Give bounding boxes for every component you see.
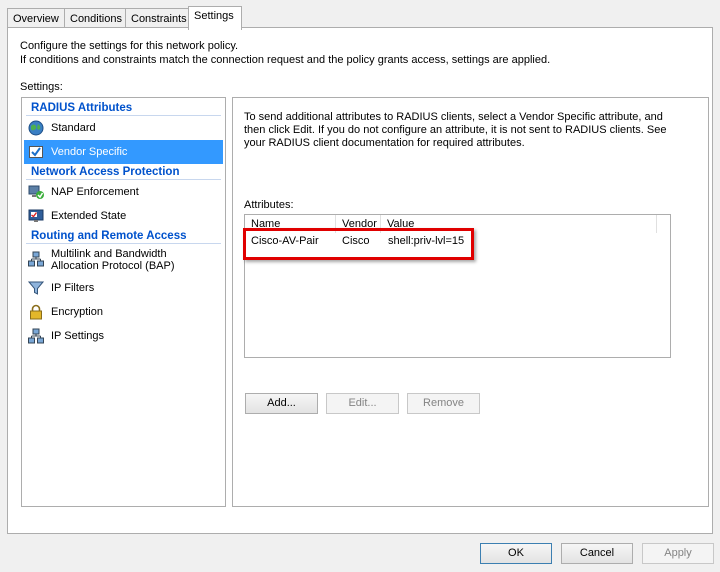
add-button[interactable]: Add... xyxy=(245,393,318,414)
settings-nav: RADIUS Attributes Standard Vendor Specif… xyxy=(21,97,226,507)
nav-item-ip-filters[interactable]: IP Filters xyxy=(24,276,223,300)
nav-item-label: IP Filters xyxy=(51,282,95,294)
remove-button[interactable]: Remove xyxy=(407,393,480,414)
settings-description: Configure the settings for this network … xyxy=(20,39,550,67)
nav-item-vendor-specific[interactable]: Vendor Specific xyxy=(24,140,223,164)
monitor-icon xyxy=(28,208,44,224)
nav-item-nap-enforcement[interactable]: NAP Enforcement xyxy=(24,180,223,204)
nav-item-label: Standard xyxy=(51,122,96,134)
nav-item-extended-state[interactable]: Extended State xyxy=(24,204,223,228)
checkbox-icon xyxy=(28,144,44,160)
nav-item-label: Multilink and Bandwidth Allocation Proto… xyxy=(51,248,175,272)
nav-item-encryption[interactable]: Encryption xyxy=(24,300,223,324)
tab-panel: Configure the settings for this network … xyxy=(7,27,713,534)
highlight-box xyxy=(243,228,474,260)
tab-constraints[interactable]: Constraints xyxy=(125,8,189,29)
description-line-1: Configure the settings for this network … xyxy=(20,40,239,52)
vendor-specific-description: To send additional attributes to RADIUS … xyxy=(244,111,667,149)
section-header-routing: Routing and Remote Access xyxy=(26,228,221,244)
nav-item-label: NAP Enforcement xyxy=(51,186,139,198)
nav-item-standard[interactable]: Standard xyxy=(24,116,223,140)
network-icon xyxy=(28,251,44,267)
ok-button[interactable]: OK xyxy=(480,543,552,564)
lock-icon xyxy=(28,304,44,320)
edit-button[interactable]: Edit... xyxy=(326,393,399,414)
nav-item-label: Vendor Specific xyxy=(51,146,128,158)
globe-icon xyxy=(28,120,44,136)
section-header-radius: RADIUS Attributes xyxy=(26,100,221,116)
tab-conditions[interactable]: Conditions xyxy=(64,8,126,29)
nav-item-label: Encryption xyxy=(51,306,103,318)
description-line-2: If conditions and constraints match the … xyxy=(20,54,551,66)
nav-item-ip-settings[interactable]: IP Settings xyxy=(24,324,223,348)
nav-item-multilink-bap[interactable]: Multilink and Bandwidth Allocation Proto… xyxy=(24,244,223,276)
filter-icon xyxy=(27,280,45,296)
attributes-label: Attributes: xyxy=(244,199,294,211)
cancel-button[interactable]: Cancel xyxy=(561,543,633,564)
nav-item-label: Extended State xyxy=(51,210,127,222)
nap-icon xyxy=(28,184,44,200)
apply-button[interactable]: Apply xyxy=(642,543,714,564)
vendor-specific-panel: To send additional attributes to RADIUS … xyxy=(232,97,709,507)
network-icon xyxy=(28,328,44,344)
settings-label: Settings: xyxy=(20,81,63,93)
tab-overview[interactable]: Overview xyxy=(7,8,65,29)
nav-item-label: IP Settings xyxy=(51,330,104,342)
section-header-nap: Network Access Protection xyxy=(26,164,221,180)
tab-settings[interactable]: Settings xyxy=(188,6,242,30)
